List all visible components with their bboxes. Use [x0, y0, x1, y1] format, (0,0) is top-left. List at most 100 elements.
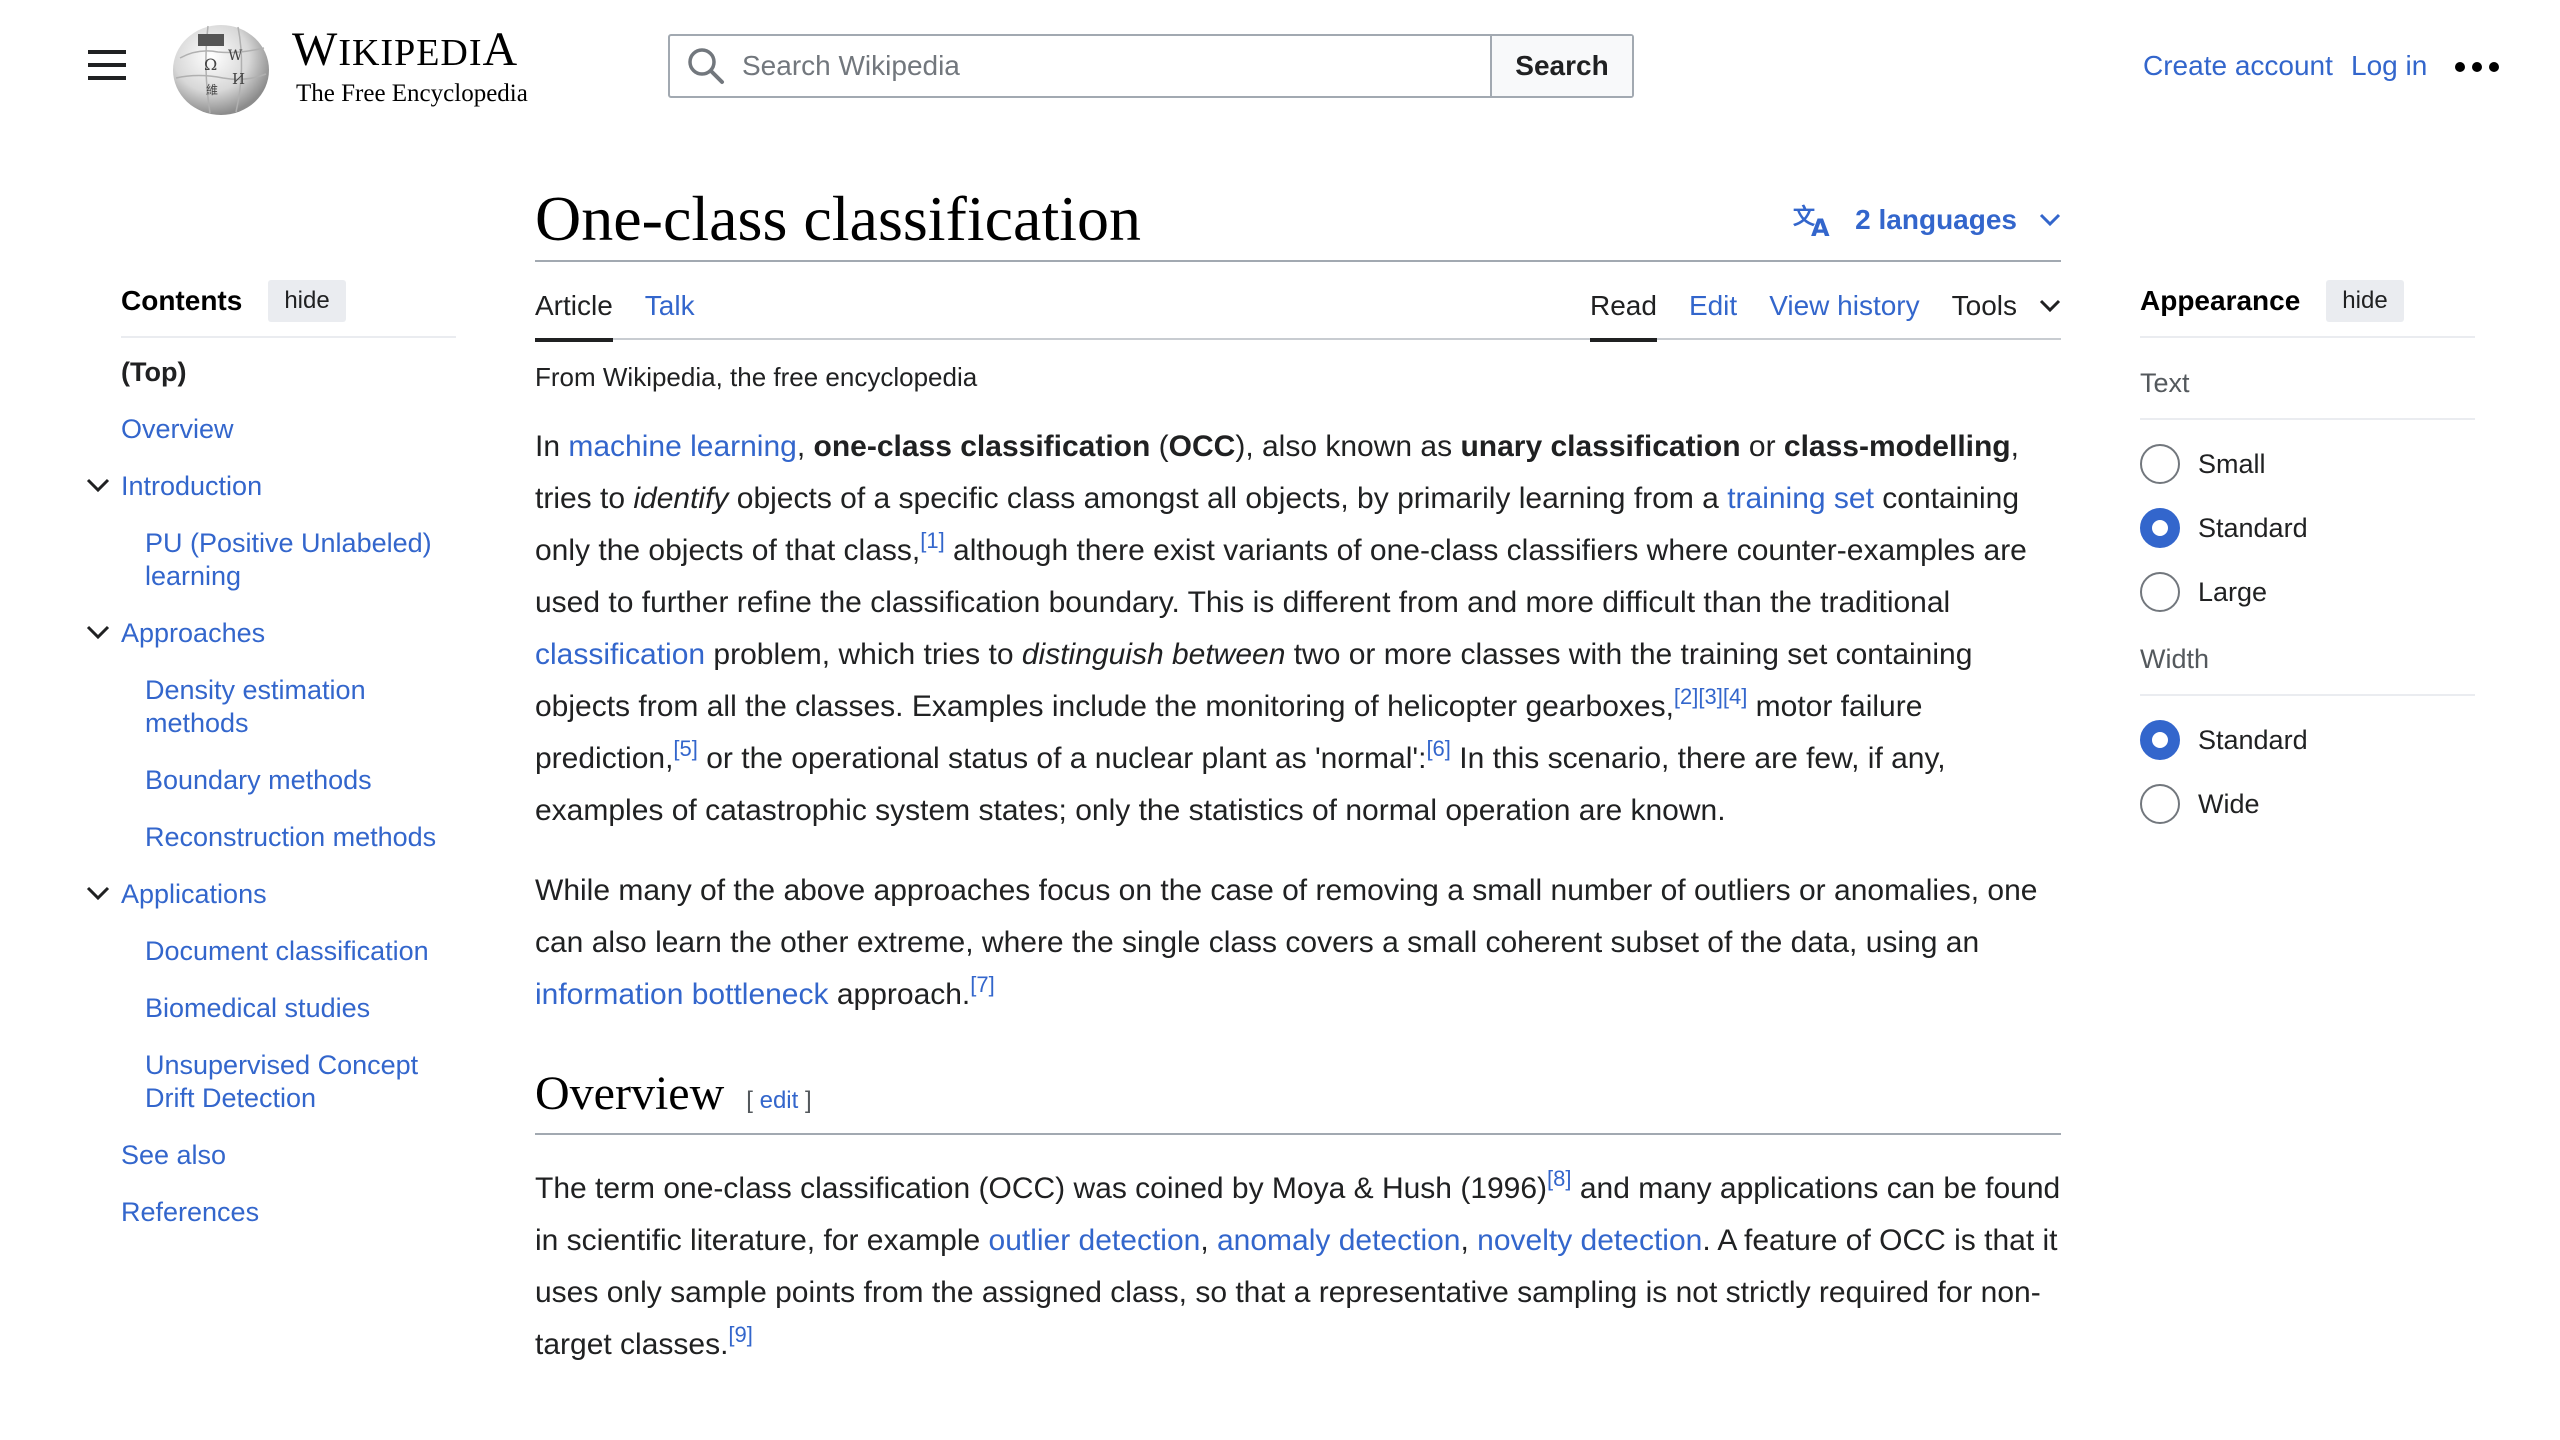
toc-item[interactable]: Unsupervised Concept Drift Detection: [121, 1049, 456, 1115]
toc-item[interactable]: See also: [121, 1139, 456, 1172]
toc-item-label: References: [121, 1197, 260, 1227]
chevron-down-icon[interactable]: [85, 619, 111, 645]
section-title: Overview: [535, 1067, 725, 1120]
reference-6[interactable]: [6]: [1426, 736, 1450, 761]
languages-label: 2 languages: [1855, 204, 2017, 235]
tab-view-history[interactable]: View history: [1769, 262, 1919, 340]
divider: [2140, 336, 2475, 338]
svg-text:維: 維: [206, 83, 218, 97]
toc-item[interactable]: References: [121, 1196, 456, 1229]
tab-label: Tools: [1951, 290, 2017, 321]
toc-item[interactable]: Overview: [121, 413, 456, 446]
radio-button[interactable]: [2140, 784, 2180, 824]
chevron-down-icon[interactable]: [85, 472, 111, 498]
link-anomaly-detection[interactable]: anomaly detection: [1217, 1224, 1461, 1257]
reference-7[interactable]: [7]: [970, 972, 994, 997]
radio-label: Small: [2198, 448, 2266, 479]
radio-label: Standard: [2198, 512, 2308, 543]
toc-item[interactable]: Density estimation methods: [121, 674, 456, 740]
languages-button[interactable]: 文 A 2 languages: [1793, 202, 2061, 238]
svg-text:A: A: [1811, 214, 1830, 238]
toc-item[interactable]: Document classification: [121, 935, 456, 968]
appearance-hide-button[interactable]: hide: [2326, 280, 2404, 322]
page-tabs: Article Talk Read Edit View history Tools: [535, 262, 2061, 342]
toc-item[interactable]: Biomedical studies: [121, 992, 456, 1025]
width-option-wide[interactable]: Wide: [2140, 772, 2475, 836]
reference-8[interactable]: [8]: [1547, 1166, 1571, 1191]
toc-item[interactable]: Reconstruction methods: [121, 821, 456, 854]
toc-item-label: Document classification: [145, 936, 429, 966]
search-button[interactable]: Search: [1490, 36, 1632, 96]
tab-label: Article: [535, 290, 613, 321]
search-icon: [670, 36, 742, 96]
chevron-down-icon: [2039, 299, 2061, 313]
link-training-set[interactable]: training set: [1727, 482, 1874, 515]
toc-item-label: Applications: [121, 879, 267, 909]
tab-talk[interactable]: Talk: [645, 262, 695, 340]
wordmark-title: WIKIPEDIA: [292, 23, 519, 76]
reference-9[interactable]: [9]: [728, 1322, 752, 1347]
toc-item[interactable]: Boundary methods: [121, 764, 456, 797]
radio-button[interactable]: [2140, 444, 2180, 484]
reference-4[interactable]: [4]: [1723, 684, 1747, 709]
link-machine-learning[interactable]: machine learning: [568, 430, 796, 463]
toc-hide-button[interactable]: hide: [268, 280, 346, 322]
svg-text:W: W: [228, 48, 243, 64]
translate-icon: 文 A: [1793, 204, 1830, 238]
wikipedia-wordmark[interactable]: WIKIPEDIA The Free Encyclopedia: [292, 24, 528, 109]
table-of-contents: Contents hide (Top) Overview Introduction P…: [86, 278, 456, 1229]
section-edit: [ edit ]: [746, 1087, 812, 1114]
chevron-down-icon: [2039, 213, 2061, 227]
intro-paragraph-2: While many of the above approaches focus…: [535, 874, 2038, 1011]
tab-label: Read: [1590, 290, 1657, 321]
log-in-link[interactable]: Log in: [2351, 50, 2427, 82]
text-size-option-standard[interactable]: Standard: [2140, 496, 2475, 560]
reference-1[interactable]: [1]: [920, 528, 944, 553]
search-form: Search: [668, 34, 1634, 98]
toc-item-label: Overview: [121, 414, 234, 444]
divider: [2140, 418, 2475, 420]
link-outlier-detection[interactable]: outlier detection: [989, 1224, 1201, 1257]
link-information-bottleneck[interactable]: information bottleneck: [535, 978, 829, 1011]
ellipsis-icon[interactable]: [2455, 56, 2499, 78]
toc-item-label: Introduction: [121, 471, 263, 501]
link-classification[interactable]: classification: [535, 638, 705, 671]
toc-title: Contents: [121, 285, 243, 316]
toc-item[interactable]: Approaches: [86, 617, 456, 650]
tab-tools[interactable]: Tools: [1952, 262, 2061, 340]
svg-text:И: И: [232, 70, 245, 88]
toc-item-label: Biomedical studies: [145, 993, 371, 1023]
toc-item[interactable]: Applications: [86, 878, 456, 911]
reference-2[interactable]: [2]: [1674, 684, 1698, 709]
hamburger-menu-icon[interactable]: [88, 50, 126, 82]
radio-button[interactable]: [2140, 572, 2180, 612]
wikipedia-globe-logo[interactable]: Ω W И 維: [168, 18, 274, 116]
radio-label: Standard: [2198, 724, 2308, 755]
tab-read[interactable]: Read: [1590, 262, 1657, 342]
radio-button[interactable]: [2140, 508, 2180, 548]
site-subtitle: From Wikipedia, the free encyclopedia: [535, 362, 978, 392]
text-size-option-small[interactable]: Small: [2140, 432, 2475, 496]
tab-label: View history: [1769, 290, 1920, 321]
section-heading-overview: Overview [ edit ]: [535, 1065, 2061, 1135]
create-account-link[interactable]: Create account: [2143, 50, 2333, 82]
svg-text:Ω: Ω: [204, 55, 217, 74]
toc-item-label: Reconstruction methods: [145, 822, 437, 852]
toc-item[interactable]: (Top): [121, 356, 456, 389]
toc-item-label: Density estimation methods: [145, 675, 366, 738]
tab-article[interactable]: Article: [535, 262, 613, 342]
overview-paragraph: The term one-class classification (OCC) …: [535, 1166, 2061, 1362]
width-option-standard[interactable]: Standard: [2140, 708, 2475, 772]
toc-item[interactable]: Introduction: [86, 470, 456, 503]
radio-button[interactable]: [2140, 720, 2180, 760]
toc-item-label: Unsupervised Concept Drift Detection: [145, 1050, 419, 1113]
search-input[interactable]: [742, 36, 1490, 96]
toc-item[interactable]: PU (Positive Unlabeled) learning: [121, 527, 456, 593]
edit-section-link[interactable]: edit: [760, 1087, 799, 1114]
reference-5[interactable]: [5]: [673, 736, 697, 761]
link-novelty-detection[interactable]: novelty detection: [1477, 1224, 1702, 1257]
chevron-down-icon[interactable]: [85, 880, 111, 906]
reference-3[interactable]: [3]: [1698, 684, 1722, 709]
tab-edit[interactable]: Edit: [1689, 262, 1737, 340]
text-size-option-large[interactable]: Large: [2140, 560, 2475, 624]
